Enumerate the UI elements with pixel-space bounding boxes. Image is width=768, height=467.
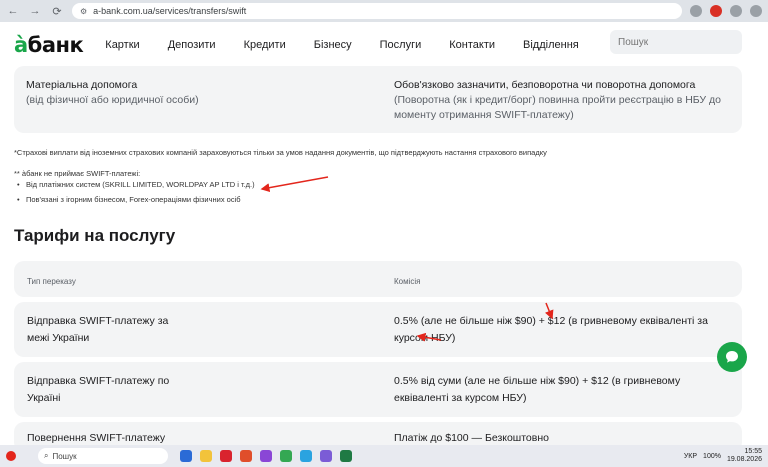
chrome-icon[interactable] — [280, 450, 292, 462]
extension-icon[interactable] — [690, 5, 702, 17]
row-type: Відправка SWIFT-платежу по Україні — [27, 375, 170, 404]
puzzle-icon[interactable] — [730, 5, 742, 17]
windows-start-icon[interactable] — [180, 450, 192, 462]
table-header: Тип переказу Комісія — [14, 261, 742, 297]
back-icon[interactable]: ← — [6, 4, 20, 18]
app-icon[interactable] — [240, 450, 252, 462]
nav-services[interactable]: Послуги — [380, 39, 422, 51]
browser-toolbar: ← → ⟳ ⚙ a-bank.com.ua/services/transfers… — [0, 0, 768, 22]
nav-branches[interactable]: Відділення — [523, 39, 579, 51]
main-nav: Картки Депозити Кредити Бізнесу Послуги … — [105, 39, 606, 51]
viber-icon[interactable] — [320, 450, 332, 462]
language-indicator[interactable]: УКР — [684, 453, 697, 460]
nav-credits[interactable]: Кредити — [244, 39, 286, 51]
address-url: a-bank.com.ua/services/transfers/swift — [93, 6, 247, 16]
list-item: Від платіжних систем (SKRILL LIMITED, WO… — [14, 180, 255, 189]
not-accepted-note: ** àбанк не приймає SWIFT-платежі: — [14, 169, 141, 178]
row-type: Відправка SWIFT-платежу за межі України — [27, 315, 169, 344]
list-item: Пов'язані з ігорним бізнесом, Forex-опер… — [14, 195, 255, 204]
app-icon[interactable] — [260, 450, 272, 462]
annotation-arrow — [260, 176, 329, 193]
search-input[interactable] — [610, 30, 742, 54]
nav-business[interactable]: Бізнесу — [314, 39, 352, 51]
column-header-fee: Комісія — [394, 277, 421, 286]
card-right-subtitle: (Поворотна (як і кредит/борг) повинна пр… — [394, 94, 721, 121]
taskbar-apps — [180, 450, 352, 462]
taskbar-search[interactable]: ⌕ Пошук — [38, 448, 168, 464]
opera-icon[interactable] — [220, 450, 232, 462]
address-bar[interactable]: ⚙ a-bank.com.ua/services/transfers/swift — [72, 3, 682, 19]
nav-cards[interactable]: Картки — [105, 39, 139, 51]
reload-icon[interactable]: ⟳ — [50, 4, 64, 18]
weather-icon[interactable] — [6, 451, 16, 461]
avatar[interactable] — [750, 5, 762, 17]
tariffs-heading: Тарифи на послугу — [14, 226, 176, 245]
nav-contacts[interactable]: Контакти — [449, 39, 495, 51]
card-left-title: Матеріальна допомога — [26, 79, 138, 91]
bank-logo[interactable]: àбанк — [14, 33, 84, 57]
info-card: Матеріальна допомога (від фізичної або ю… — [14, 66, 742, 133]
file-explorer-icon[interactable] — [200, 450, 212, 462]
chat-button[interactable] — [717, 342, 747, 372]
site-header: àбанк Картки Депозити Кредити Бізнесу По… — [0, 22, 768, 68]
column-header-type: Тип переказу — [27, 277, 76, 286]
battery-percent[interactable]: 100% — [703, 453, 721, 460]
row-fee: 0.5% від суми (але не більше ніж $90) + … — [394, 375, 681, 404]
site-info-icon[interactable]: ⚙ — [80, 7, 87, 16]
card-right-title: Обов'язково зазначити, безповоротна чи п… — [394, 79, 696, 91]
insurance-note: *Страхові виплати від іноземних страхови… — [14, 148, 547, 157]
table-row: Відправка SWIFT-платежу по Україні 0.5% … — [14, 362, 742, 417]
telegram-icon[interactable] — [300, 450, 312, 462]
chat-bubble-icon — [726, 351, 738, 363]
table-row: Відправка SWIFT-платежу за межі України … — [14, 302, 742, 357]
system-tray: УКР 100% 15:55 19.08.2026 — [684, 448, 762, 464]
nav-deposits[interactable]: Депозити — [168, 39, 216, 51]
os-taskbar: ⌕ Пошук УКР 100% 15:55 19.08.2026 — [0, 445, 768, 467]
profile-extension-icon[interactable] — [710, 5, 722, 17]
clock[interactable]: 15:55 19.08.2026 — [727, 448, 762, 464]
card-left-subtitle: (від фізичної або юридичної особи) — [26, 94, 199, 106]
forward-icon[interactable]: → — [28, 4, 42, 18]
excel-icon[interactable] — [340, 450, 352, 462]
search-icon: ⌕ — [44, 451, 49, 460]
row-fee: 0.5% (але не більше ніж $90) + $12 (в гр… — [394, 315, 708, 344]
not-accepted-list: Від платіжних систем (SKRILL LIMITED, WO… — [14, 180, 255, 210]
